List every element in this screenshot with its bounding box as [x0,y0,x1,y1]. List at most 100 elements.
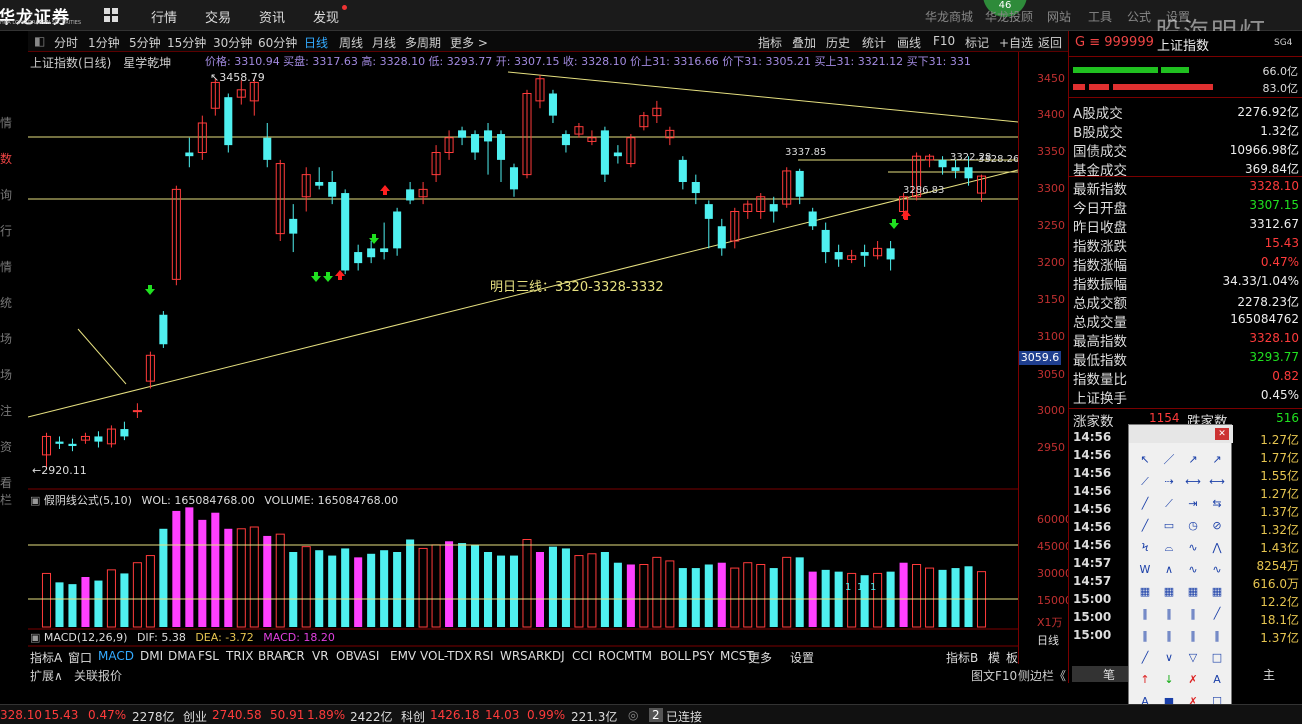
tool-stats[interactable]: 统计 [862,34,886,51]
draw-tool-22-icon[interactable]: ∿ [1183,561,1203,579]
nav-news[interactable]: 资讯 [259,7,285,26]
draw-tool-6-icon[interactable]: ⟷ [1183,473,1203,491]
draw-tool-39-icon[interactable]: □ [1207,649,1227,667]
draw-tool-13-icon[interactable]: ▭ [1159,517,1179,535]
indicator-b-tab-1[interactable]: 模 [988,649,1000,666]
period-tab[interactable]: 30分钟 [213,34,252,51]
draw-tool-33-icon[interactable]: ‖ [1159,627,1179,645]
indicator-tab-15[interactable]: WR [500,649,520,663]
close-icon[interactable]: ✕ [1215,428,1229,440]
nav-quotes[interactable]: 行情 [151,7,177,26]
indicator-tab-18[interactable]: CCI [572,649,592,663]
indicator-tab-14[interactable]: RSI [474,649,494,663]
draw-tool-37-icon[interactable]: ∨ [1159,649,1179,667]
draw-tool-28-icon[interactable]: ‖ [1135,605,1155,623]
indicator-b-tab-2[interactable]: 板 [1006,649,1018,666]
nav-website[interactable]: 网站 [1047,8,1071,25]
indicator-b-tab-0[interactable]: 指标B [946,649,978,666]
indicator-tab-22[interactable]: PSY [692,649,714,663]
draw-tool-10-icon[interactable]: ⇥ [1183,495,1203,513]
indicator-tab-9[interactable]: VR [312,649,329,663]
draw-tool-0-icon[interactable]: ↖ [1135,451,1155,469]
indicator-tab-10[interactable]: OBV [336,649,362,663]
nav-formula[interactable]: 公式 [1127,8,1151,25]
nav-advisor[interactable]: 华龙投顾 [985,8,1033,25]
sidebar-item[interactable]: 场 [0,330,14,347]
sidebar-item[interactable]: 注 [0,402,14,419]
sidebar-item[interactable]: 数 [0,150,14,167]
draw-tool-14-icon[interactable]: ◷ [1183,517,1203,535]
draw-tool-30-icon[interactable]: ‖ [1183,605,1203,623]
panel-toggle-icon[interactable]: ◧ [34,34,45,48]
related-quotes-tab[interactable]: 关联报价 [74,667,122,684]
nav-mall[interactable]: 华龙商城 [925,8,973,25]
draw-tool-42-icon[interactable]: ✗ [1183,671,1203,689]
sidebar-item[interactable]: 场 [0,366,14,383]
draw-tool-18-icon[interactable]: ∿ [1183,539,1203,557]
indicator-tab-13[interactable]: VOL-TDX [420,649,472,663]
sidebar-item[interactable]: 询 [0,186,14,203]
indicator-tab-24[interactable]: 更多 [748,649,772,666]
sidebar-item[interactable]: 看栏 [0,474,14,508]
draw-tool-4-icon[interactable]: ⟋ [1135,473,1155,491]
draw-tool-17-icon[interactable]: ⌓ [1159,539,1179,557]
indicator-tab-20[interactable]: MTM [624,649,652,663]
draw-tool-7-icon[interactable]: ⟷ [1207,473,1227,491]
kline-chart[interactable]: ↖3458.79 ←2920.11 明日三线：3320-3328-3332 3337.… [28,52,1018,662]
draw-tool-38-icon[interactable]: ▽ [1183,649,1203,667]
period-tab[interactable]: 15分钟 [167,34,206,51]
draw-tool-32-icon[interactable]: ‖ [1135,627,1155,645]
draw-tool-8-icon[interactable]: ╱ [1135,495,1155,513]
period-tab[interactable]: 周线 [339,34,363,51]
indicator-tab-11[interactable]: ASI [360,649,379,663]
draw-tool-41-icon[interactable]: ↓ [1159,671,1179,689]
period-tab[interactable]: 月线 [372,34,396,51]
indicator-tab-6[interactable]: TRIX [226,649,253,663]
tool-back[interactable]: 返回 [1038,34,1062,51]
draw-tool-9-icon[interactable]: ⟋ [1159,495,1179,513]
indicator-tab-12[interactable]: EMV [390,649,416,663]
draw-tool-21-icon[interactable]: ∧ [1159,561,1179,579]
indicator-tab-8[interactable]: CR [288,649,305,663]
period-tab[interactable]: 多周期 [405,34,441,51]
draw-tool-5-icon[interactable]: ⇢ [1159,473,1179,491]
draw-tool-23-icon[interactable]: ∿ [1207,561,1227,579]
tool-overlay[interactable]: 叠加 [792,34,816,51]
macd-name[interactable]: MACD(12,26,9) [44,631,128,644]
indicator-tab-5[interactable]: FSL [198,649,219,663]
period-more[interactable]: 更多 > [450,34,488,51]
draw-tool-25-icon[interactable]: ▦ [1159,583,1179,601]
tool-indicator[interactable]: 指标 [758,34,782,51]
period-tab[interactable]: 5分钟 [129,34,161,51]
sidebar-toggle[interactable]: 侧边栏《 [1018,667,1066,684]
nav-discover[interactable]: 发现 [313,7,339,26]
draw-tool-40-icon[interactable]: ↑ [1135,671,1155,689]
indicator-tab-3[interactable]: DMI [140,649,163,663]
draw-tool-15-icon[interactable]: ⊘ [1207,517,1227,535]
indicator-tab-21[interactable]: BOLL [660,649,691,663]
draw-tool-43-icon[interactable]: A [1207,671,1227,689]
connection-status[interactable]: 已连接 [666,708,702,724]
indicator-tab-17[interactable]: KDJ [544,649,565,663]
draw-tool-29-icon[interactable]: ‖ [1159,605,1179,623]
draw-tool-12-icon[interactable]: ╱ [1135,517,1155,535]
draw-tool-11-icon[interactable]: ⇆ [1207,495,1227,513]
tool-history[interactable]: 历史 [826,34,850,51]
expand-toggle[interactable]: 扩展∧ [30,667,63,684]
tool-add-watchlist[interactable]: +自选 [999,34,1033,51]
sidebar-item[interactable]: 资 [0,438,14,455]
nav-tools[interactable]: 工具 [1088,8,1112,25]
indicator-tab-1[interactable]: 窗口 [68,649,92,666]
period-tab[interactable]: 分时 [54,34,78,51]
draw-tool-2-icon[interactable]: ↗ [1183,451,1203,469]
draw-tool-31-icon[interactable]: ╱ [1207,605,1227,623]
nav-trade[interactable]: 交易 [205,7,231,26]
draw-tool-26-icon[interactable]: ▦ [1183,583,1203,601]
grid-menu-icon[interactable] [104,8,118,22]
draw-tool-24-icon[interactable]: ▦ [1135,583,1155,601]
sidebar-item[interactable]: 统 [0,294,14,311]
indicator-tab-19[interactable]: ROC [598,649,624,663]
draw-tool-1-icon[interactable]: ／ [1159,451,1179,469]
indicator-tab-16[interactable]: SAR [520,649,544,663]
tool-mark[interactable]: 标记 [965,34,989,51]
